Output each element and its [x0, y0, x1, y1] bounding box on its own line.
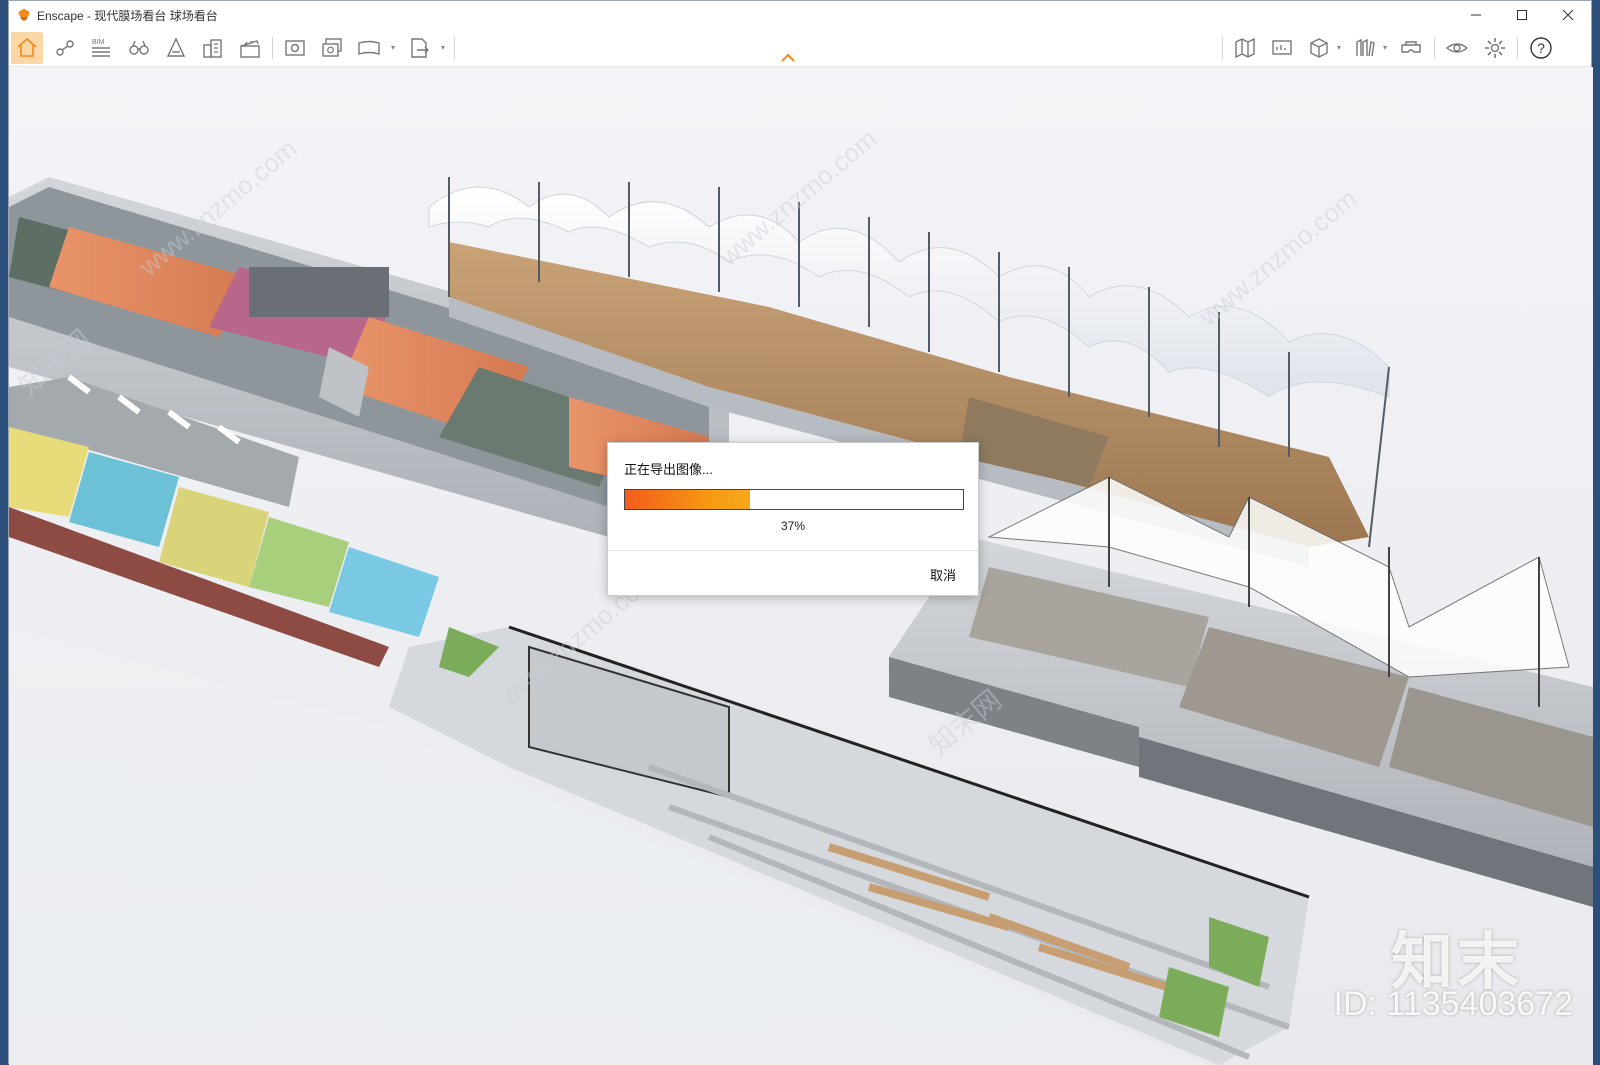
connect-icon: [56, 40, 74, 56]
enscape-logo-icon: [18, 8, 30, 22]
maximize-button[interactable]: [1499, 1, 1545, 29]
progress-fill: [625, 490, 751, 509]
video-editor-button[interactable]: [234, 32, 266, 64]
bim-button[interactable]: BIM: [85, 32, 117, 64]
vr-headset-icon: [1401, 41, 1421, 53]
atmosphere-icon: [166, 37, 186, 57]
batch-render-icon: [322, 38, 342, 57]
minimize-button[interactable]: [1453, 1, 1499, 29]
export-dropdown-icon[interactable]: ▾: [441, 43, 445, 52]
buildings-button[interactable]: [197, 32, 229, 64]
app-window: Enscape - 现代膜场看台 球场看台 BIM ▾ ▾ ▾ ▾ ? www.…: [8, 0, 1593, 1065]
help-icon: ?: [1530, 37, 1552, 59]
export-progress-bar: [624, 489, 964, 510]
panorama-dropdown-icon[interactable]: ▾: [391, 43, 395, 52]
presentation-icon: [1272, 40, 1292, 55]
cube-icon: [1310, 38, 1328, 58]
asset-dropdown-icon[interactable]: ▾: [1337, 43, 1341, 52]
window-title: Enscape - 现代膜场看台 球场看台: [37, 8, 218, 23]
settings-button[interactable]: [1479, 32, 1511, 64]
home-icon: [17, 37, 37, 57]
svg-text:?: ?: [1537, 40, 1545, 56]
visual-settings-button[interactable]: [1441, 32, 1473, 64]
bim-icon: BIM: [92, 39, 110, 57]
cancel-button[interactable]: 取消: [930, 565, 956, 584]
presentation-button[interactable]: [1266, 32, 1298, 64]
vr-button[interactable]: [1395, 32, 1427, 64]
render-image-button[interactable]: [279, 32, 311, 64]
library-dropdown-icon[interactable]: ▾: [1383, 43, 1387, 52]
views-button[interactable]: [123, 32, 155, 64]
watermark-id: ID: 1135403672: [1333, 985, 1573, 1023]
clapper-icon: [240, 40, 260, 58]
panorama-icon: [358, 40, 380, 55]
watermark-text: www.znzmo.com: [1193, 183, 1362, 332]
map-button[interactable]: [1229, 32, 1261, 64]
batch-render-button[interactable]: [316, 32, 348, 64]
buildings-icon: [203, 39, 222, 58]
map-icon: [1235, 37, 1255, 59]
progress-percent: 37%: [780, 519, 806, 533]
maximize-icon: [1517, 10, 1527, 20]
close-button[interactable]: [1545, 1, 1591, 29]
toolbar: BIM ▾ ▾ ▾ ▾ ?: [9, 29, 1591, 67]
asset-button[interactable]: [1303, 32, 1335, 64]
visual-settings-icon: [1445, 43, 1469, 53]
close-icon: [1562, 9, 1574, 21]
binoculars-icon: [129, 40, 149, 55]
home-button[interactable]: [11, 32, 43, 64]
dialog-divider: [608, 550, 978, 551]
panorama-button[interactable]: [353, 32, 385, 64]
screenshot-icon: [285, 40, 305, 56]
collapse-toolbar-icon[interactable]: [779, 51, 797, 63]
connect-button[interactable]: [49, 32, 81, 64]
export-button[interactable]: [403, 32, 435, 64]
minimize-icon: [1471, 14, 1481, 16]
help-button[interactable]: ?: [1525, 32, 1557, 64]
export-icon: [411, 38, 429, 58]
title-bar: Enscape - 现代膜场看台 球场看台: [9, 1, 1591, 29]
export-progress-dialog: 正在导出图像... 37% 取消: [607, 442, 979, 596]
atmosphere-button[interactable]: [160, 32, 192, 64]
dialog-title: 正在导出图像...: [624, 462, 713, 477]
asset-library-icon: [1356, 38, 1375, 57]
gear-icon: [1485, 38, 1505, 58]
svg-text:BIM: BIM: [92, 39, 105, 46]
asset-library-button[interactable]: [1349, 32, 1381, 64]
